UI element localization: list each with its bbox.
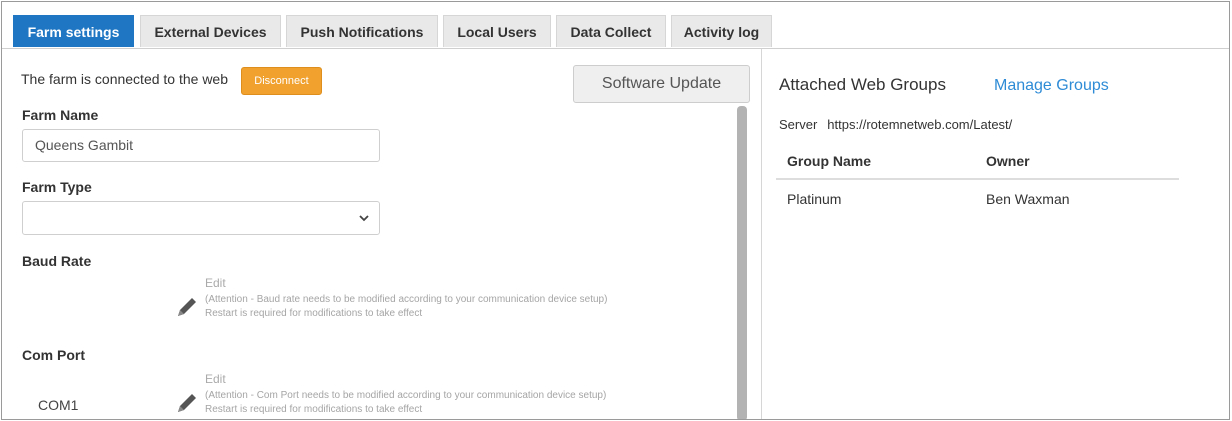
baud-rate-attention: (Attention - Baud rate needs to be modif… (205, 294, 608, 305)
table-header-divider (776, 178, 1179, 180)
com-port-label: Com Port (22, 347, 85, 363)
com-port-edit-link[interactable]: Edit (205, 372, 226, 386)
tab-push-notifications[interactable]: Push Notifications (286, 15, 438, 47)
server-url: https://rotemnetweb.com/Latest/ (827, 117, 1013, 132)
tab-bar: Farm settings External Devices Push Noti… (2, 2, 1229, 49)
vertical-scrollbar[interactable] (737, 106, 747, 419)
web-groups-panel: Attached Web Groups Manage Groups Server… (762, 49, 1229, 419)
pencil-icon[interactable] (174, 294, 200, 320)
tab-external-devices[interactable]: External Devices (140, 15, 281, 47)
pencil-icon[interactable] (174, 390, 200, 416)
tab-local-users[interactable]: Local Users (443, 15, 551, 47)
baud-rate-label: Baud Rate (22, 253, 92, 269)
connection-status: The farm is connected to the web (21, 71, 228, 87)
owner-cell: Ben Waxman (986, 191, 1070, 207)
server-label: Server (779, 117, 818, 132)
farm-settings-panel: The farm is connected to the web Disconn… (2, 49, 760, 419)
com-port-attention: (Attention - Com Port needs to be modifi… (205, 390, 607, 401)
column-header-owner: Owner (986, 153, 1030, 169)
farm-type-select[interactable] (22, 201, 380, 235)
farm-name-input[interactable]: Queens Gambit (22, 129, 380, 162)
column-header-group-name: Group Name (787, 153, 872, 169)
com-port-value: COM1 (38, 397, 79, 413)
tab-farm-settings[interactable]: Farm settings (13, 15, 134, 47)
tab-activity-log[interactable]: Activity log (671, 15, 772, 47)
web-groups-title: Attached Web Groups (779, 75, 946, 94)
software-update-button[interactable]: Software Update (573, 65, 750, 103)
manage-groups-link[interactable]: Manage Groups (994, 77, 1109, 95)
farm-type-label: Farm Type (22, 179, 92, 195)
com-port-restart-note: Restart is required for modifications to… (205, 404, 423, 415)
tab-data-collect[interactable]: Data Collect (556, 15, 666, 47)
server-row: Server https://rotemnetweb.com/Latest/ (779, 117, 1012, 132)
baud-rate-edit-link[interactable]: Edit (205, 276, 226, 290)
farm-name-label: Farm Name (22, 107, 99, 123)
group-name-cell: Platinum (787, 191, 842, 207)
chevron-down-icon (359, 215, 369, 222)
app-frame: Farm settings External Devices Push Noti… (1, 1, 1230, 420)
baud-rate-restart-note: Restart is required for modifications to… (205, 308, 423, 319)
disconnect-button[interactable]: Disconnect (241, 67, 322, 95)
